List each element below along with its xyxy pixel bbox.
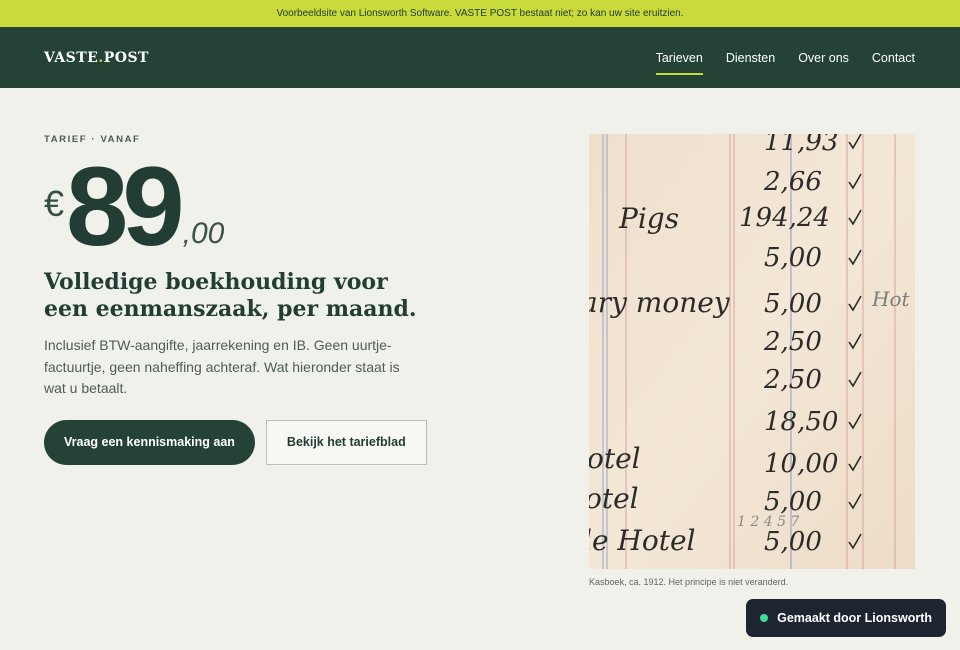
made-by-badge[interactable]: Gemaakt door Lionsworth <box>746 599 946 637</box>
nav-link-contact[interactable]: Contact <box>872 27 915 88</box>
nav-link-tarieven[interactable]: Tarieven <box>655 27 704 88</box>
pricing-description: Inclusief BTW-aangifte, jaarrekening en … <box>44 337 400 396</box>
view-rate-sheet-button[interactable]: Bekijk het tariefblad <box>265 419 427 465</box>
price-currency: € <box>44 183 65 224</box>
site-logo[interactable]: VASTE.POST <box>44 50 149 66</box>
status-dot-icon <box>760 614 769 622</box>
ledger-amount: 18,50 <box>764 407 838 437</box>
ledger-word: otel <box>589 442 641 475</box>
demo-banner: Voorbeeldsite van Lionsworth Software. V… <box>0 0 960 27</box>
ledger-amount: 2,66 <box>763 167 822 197</box>
ledger-caption: Kasboek, ca. 1912. Het principe is niet … <box>589 577 789 587</box>
demo-banner-text: Voorbeeldsite van Lionsworth Software. V… <box>276 8 684 19</box>
nav-link-over-ons[interactable]: Over ons <box>798 27 849 88</box>
pricing-headline: Volledige boekhouding voor een eenmansza… <box>44 269 417 322</box>
logo-text-main: VASTE <box>44 49 99 66</box>
price-cents: ,00 <box>182 217 225 250</box>
ledger-word: le Hotel <box>589 524 695 557</box>
ledger-amount: 11,93 <box>764 134 838 157</box>
ledger-figure: 11,93 2,66 194,24 5,00 5,00 2,50 2,50 18,50 10,0… <box>589 134 915 587</box>
ledger-word: otel <box>589 482 639 515</box>
ledger-amount: 5,00 <box>764 289 822 319</box>
ledger-image: 11,93 2,66 194,24 5,00 5,00 2,50 2,50 18,50 10,0… <box>589 134 915 569</box>
hero-buttons: Vraag een kennismaking aan Bekijk het ta… <box>44 419 434 465</box>
ledger-amount: 5,00 <box>764 487 822 517</box>
top-navigation: VASTE.POST Tarieven Diensten Over ons Co… <box>0 27 960 88</box>
ledger-amount: 5,00 <box>764 243 822 273</box>
ledger-amount: 2,50 <box>763 365 822 395</box>
nav-link-diensten[interactable]: Diensten <box>726 27 775 88</box>
ledger-amount: 194,24 <box>739 203 830 233</box>
price-amount: 89 <box>66 144 185 269</box>
ledger-word: Pigs <box>618 202 679 235</box>
request-meeting-button[interactable]: Vraag een kennismaking aan <box>44 419 255 465</box>
ledger-faint-numbers: 1 2 4 5 7 <box>737 514 799 530</box>
pricing-hero: TARIEF · VANAF € 89 ,00 Volledige boekho… <box>44 134 434 465</box>
ledger-amount: 10,00 <box>764 449 838 479</box>
nav-links: Tarieven Diensten Over ons Contact <box>655 27 915 88</box>
ledger-word: ary money <box>589 286 731 319</box>
ledger-faint-word: Hot <box>871 287 910 311</box>
logo-text-end: POST <box>103 49 149 66</box>
ledger-amount: 5,00 <box>764 527 822 557</box>
made-by-text: Gemaakt door Lionsworth <box>777 611 932 625</box>
price-display: € 89 ,00 <box>44 144 434 269</box>
ledger-amount: 2,50 <box>763 327 822 357</box>
